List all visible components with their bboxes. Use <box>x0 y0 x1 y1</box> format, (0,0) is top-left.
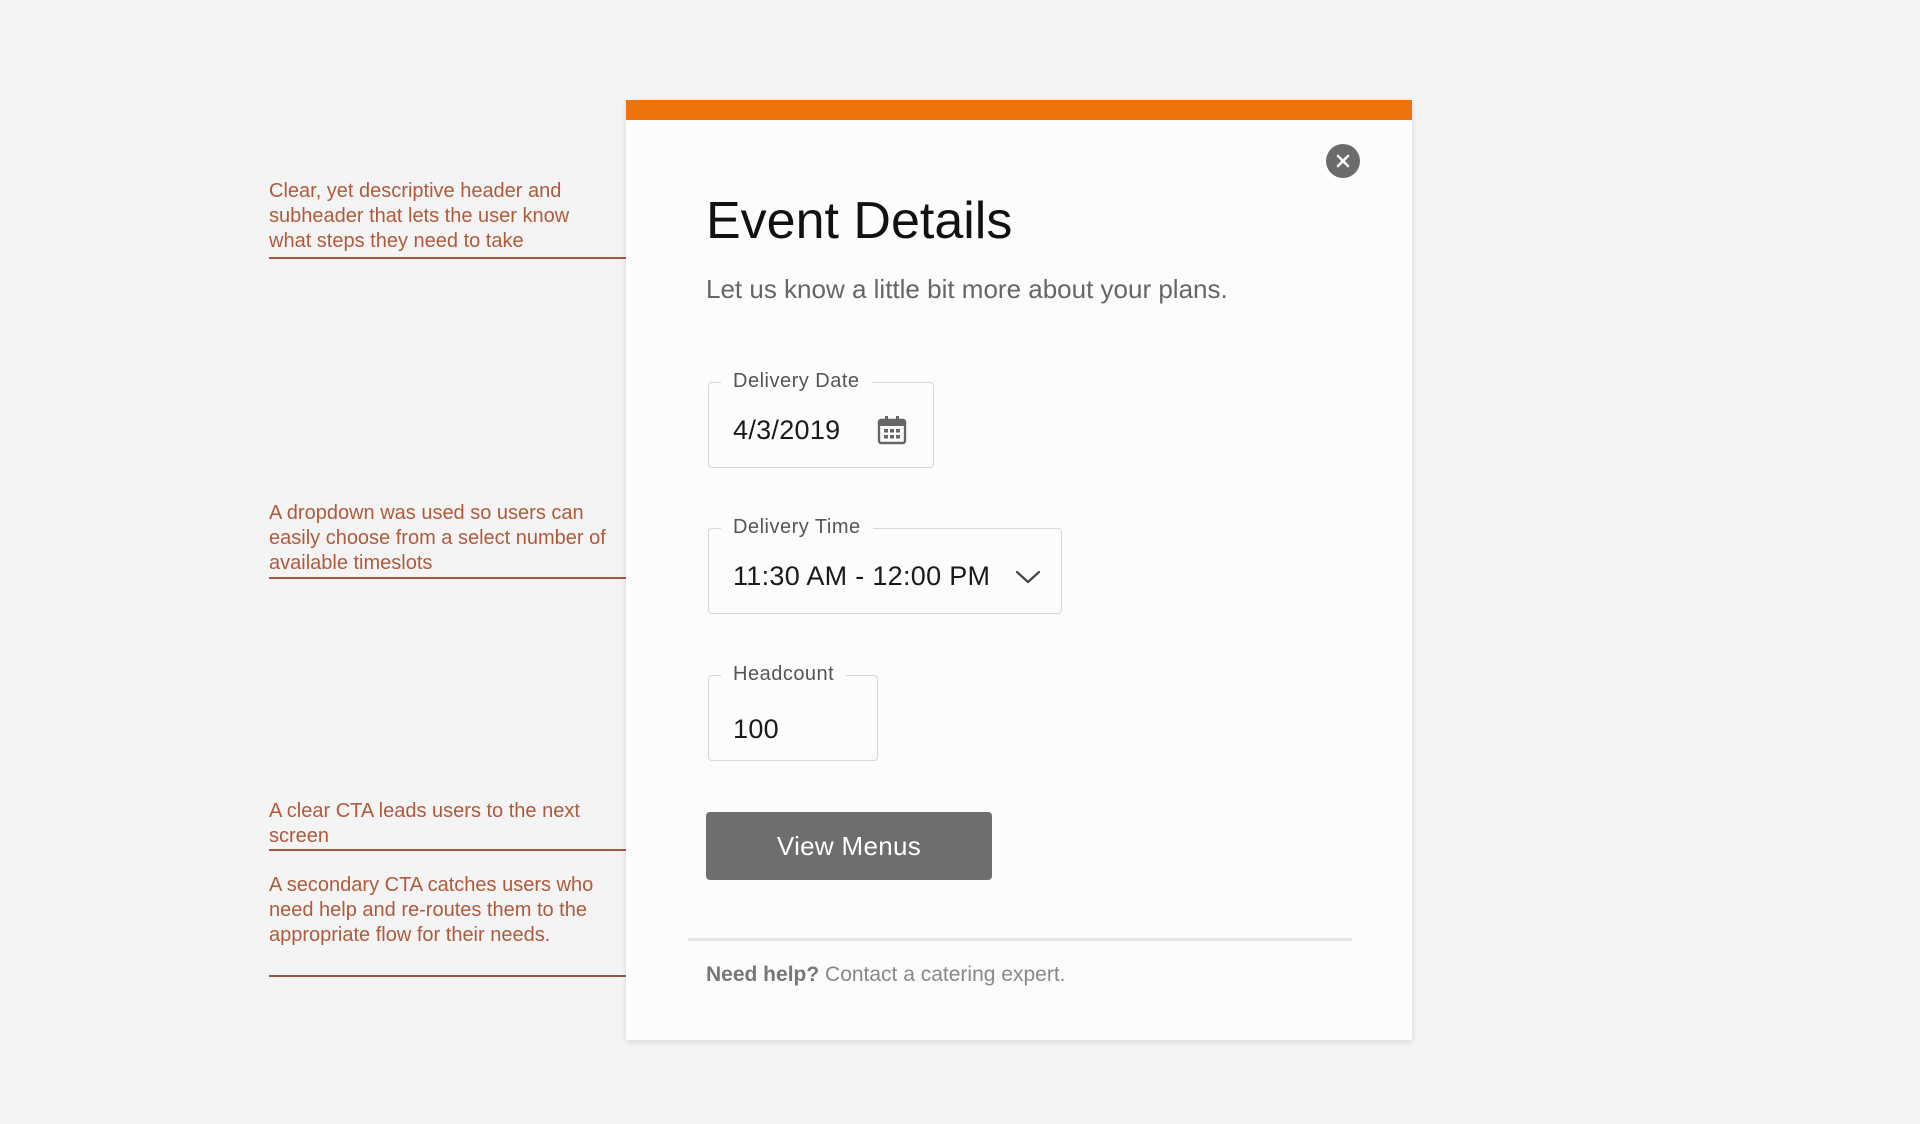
annotation-header: Clear, yet descriptive header and subhea… <box>269 180 570 252</box>
help-link[interactable]: Need help? Contact a catering expert. <box>706 962 1066 988</box>
page: Clear, yet descriptive header and subhea… <box>0 0 1920 1124</box>
delivery-date-field[interactable]: Delivery Date 4/3/2019 <box>708 369 934 468</box>
delivery-time-value: 11:30 AM - 12:00 PM <box>733 561 991 591</box>
annotation-dropdown: A dropdown was used so users can easily … <box>269 502 606 574</box>
delivery-time-dropdown[interactable]: Delivery Time 11:30 AM - 12:00 PM <box>708 515 1062 614</box>
modal-title: Event Details <box>706 192 1013 250</box>
help-bold-text: Need help? <box>706 963 820 986</box>
headcount-value[interactable]: 100 <box>733 712 779 746</box>
close-icon <box>1336 154 1350 168</box>
close-button[interactable] <box>1326 144 1360 178</box>
delivery-date-label: Delivery Date <box>721 369 872 393</box>
delivery-date-value: 4/3/2019 <box>733 415 841 445</box>
contact-expert-link[interactable]: Contact a catering expert. <box>819 963 1065 986</box>
divider <box>688 938 1352 941</box>
modal-subtitle: Let us know a little bit more about your… <box>706 274 1228 304</box>
headcount-label: Headcount <box>721 662 847 686</box>
headcount-field[interactable]: Headcount 100 <box>708 662 878 761</box>
view-menus-button[interactable]: View Menus <box>706 812 992 880</box>
delivery-time-label: Delivery Time <box>721 515 873 539</box>
event-details-modal: Event Details Let us know a little bit m… <box>626 100 1412 1040</box>
calendar-icon[interactable] <box>877 415 907 445</box>
chevron-down-icon[interactable] <box>1015 569 1041 585</box>
modal-accent-bar <box>626 100 1412 120</box>
annotation-cta: A clear CTA leads users to the next scre… <box>269 800 580 847</box>
annotation-secondary-cta: A secondary CTA catches users who need h… <box>269 874 594 946</box>
